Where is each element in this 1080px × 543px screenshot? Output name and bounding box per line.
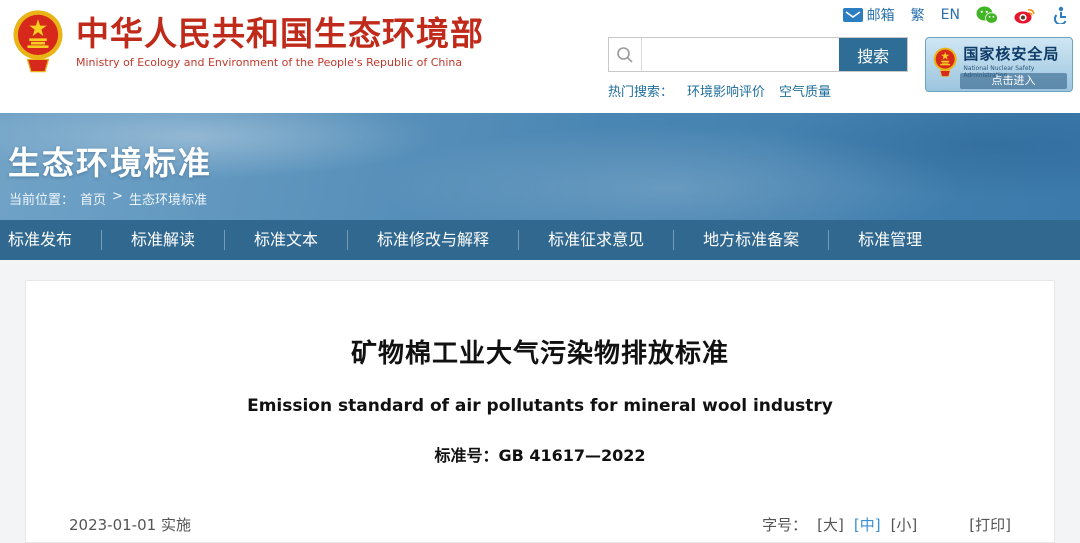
nav-item-standard-text[interactable]: 标准文本 [225,230,348,250]
fontsize-controls: 字号： [大] [中] [小] [打印] [762,514,1011,535]
implement-date: 2023-01-01 实施 [69,514,191,535]
nnsa-banner-link[interactable]: 国家核安全局 National Nuclear Safety Administr… [925,37,1073,92]
wechat-icon [976,6,998,24]
mail-label: 邮箱 [867,5,895,25]
fontsize-large-button[interactable]: [大] [817,514,844,535]
nav-item-local-standard-filing[interactable]: 地方标准备案 [674,230,829,250]
weibo-icon [1014,6,1036,24]
article-title-zh: 矿物棉工业大气污染物排放标准 [69,333,1011,370]
traditional-chinese-link[interactable]: 繁 [911,5,925,25]
nav-item-standard-revision[interactable]: 标准修改与解释 [348,230,519,250]
site-title: 中华人民共和国生态环境部 [76,14,484,54]
hot-search-label: 热门搜索： [608,81,673,100]
breadcrumb-home-link[interactable]: 首页 [80,189,106,208]
search-input[interactable] [642,38,839,71]
search-icon [609,38,642,71]
breadcrumb-separator: > [112,189,123,208]
nav-item-standard-release[interactable]: 标准发布 [8,230,102,250]
search-button[interactable]: 搜索 [839,38,907,71]
english-link[interactable]: EN [941,7,960,23]
article-card: 矿物棉工业大气污染物排放标准 Emission standard of air … [25,280,1055,543]
standards-nav: 标准发布 标准解读 标准文本 标准修改与解释 标准征求意见 地方标准备案 标准管… [0,220,1080,260]
section-banner: 生态环境标准 当前位置： 首页 > 生态环境标准 [0,113,1080,220]
nav-item-standard-management[interactable]: 标准管理 [829,230,951,250]
quick-links: 邮箱 繁 EN [843,5,1070,25]
nnsa-title: 国家核安全局 [963,43,1066,64]
accessibility-link[interactable] [1052,6,1070,24]
page-title: 生态环境标准 [8,138,212,184]
english-label: EN [941,7,960,23]
search-box: 搜索 [608,37,908,72]
site-logo[interactable]: 中华人民共和国生态环境部 Ministry of Ecology and Env… [10,8,484,74]
hot-search: 热门搜索： 环境影响评价 空气质量 [608,81,831,100]
mail-link[interactable]: 邮箱 [843,5,895,25]
wechat-link[interactable] [976,6,998,24]
hot-search-link-air[interactable]: 空气质量 [779,81,831,100]
article-meta-row: 2023-01-01 实施 字号： [大] [中] [小] [打印] [69,514,1011,535]
site-header: 中华人民共和国生态环境部 Ministry of Ecology and Env… [0,0,1080,113]
main-area: 矿物棉工业大气污染物排放标准 Emission standard of air … [0,260,1080,543]
breadcrumb-current: 生态环境标准 [129,189,207,208]
site-subtitle: Ministry of Ecology and Environment of t… [76,56,484,69]
standard-number: 标准号：GB 41617—2022 [69,442,1011,466]
article-title-en: Emission standard of air pollutants for … [69,396,1011,416]
traditional-label: 繁 [911,5,925,25]
breadcrumb: 当前位置： 首页 > 生态环境标准 [9,189,207,208]
nnsa-enter-button[interactable]: 点击进入 [960,73,1067,89]
hot-search-link-eia[interactable]: 环境影响评价 [687,81,765,100]
weibo-link[interactable] [1014,6,1036,24]
mail-icon [843,8,863,22]
nav-item-standard-comments[interactable]: 标准征求意见 [519,230,674,250]
nav-item-standard-interpretation[interactable]: 标准解读 [102,230,225,250]
accessibility-icon [1052,6,1070,24]
fontsize-medium-button[interactable]: [中] [854,514,881,535]
fontsize-small-button[interactable]: [小] [891,514,918,535]
breadcrumb-label: 当前位置： [9,189,74,208]
print-button[interactable]: [打印] [969,514,1011,535]
national-emblem-icon [10,8,66,74]
fontsize-label: 字号： [762,514,807,535]
nnsa-emblem-icon [932,44,958,80]
